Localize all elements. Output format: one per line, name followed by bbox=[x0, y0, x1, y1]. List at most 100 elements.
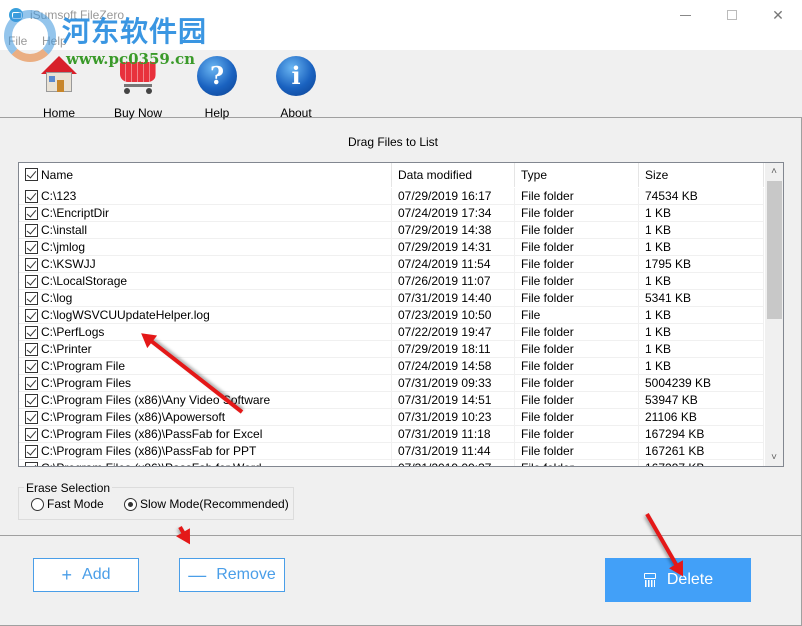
toolbar-about-button[interactable]: i About bbox=[261, 56, 331, 120]
add-button[interactable]: + Add bbox=[33, 558, 139, 592]
file-type-cell-text: File folder bbox=[521, 325, 574, 339]
close-button[interactable]: ✕ bbox=[755, 0, 801, 30]
file-size-cell: 1 KB bbox=[639, 205, 764, 222]
file-list-row[interactable]: C:\Program Files (x86)\PassFab for Word 0… bbox=[19, 460, 764, 466]
file-type-cell-text: File folder bbox=[521, 274, 574, 288]
file-size-cell-text: 1795 KB bbox=[645, 257, 692, 271]
select-all-checkbox[interactable] bbox=[25, 168, 38, 181]
radio-button-slow[interactable] bbox=[124, 497, 137, 511]
row-checkbox[interactable] bbox=[25, 360, 38, 373]
vertical-scrollbar[interactable]: ˄ ˅ bbox=[765, 163, 783, 466]
scroll-down-icon[interactable]: ˅ bbox=[765, 449, 783, 466]
row-checkbox[interactable] bbox=[25, 343, 38, 356]
scroll-thumb[interactable] bbox=[767, 181, 782, 319]
file-size-cell-text: 1 KB bbox=[645, 240, 672, 254]
toolbar-home-label: Home bbox=[42, 106, 75, 120]
file-list-row[interactable]: C:\jmlog 07/29/2019 14:31 File folder 1 KB bbox=[19, 239, 764, 256]
file-list-row[interactable]: C:\Program Files (x86)\PassFab for PPT 07… bbox=[19, 443, 764, 460]
file-type-cell: File folder bbox=[515, 222, 639, 239]
row-checkbox[interactable] bbox=[25, 326, 38, 339]
file-type-cell: File folder bbox=[515, 392, 639, 409]
date-modified-cell-text: 07/31/2019 14:40 bbox=[398, 291, 492, 305]
column-header-name[interactable]: Name bbox=[19, 163, 392, 187]
file-name-cell-text: C:\log bbox=[41, 291, 73, 305]
file-name-cell: C:\Printer bbox=[19, 341, 392, 358]
file-type-cell: File folder bbox=[515, 409, 639, 426]
file-name-cell: C:\Program Files (x86)\Apowersoft bbox=[19, 409, 392, 426]
column-header-date[interactable]: Data modified bbox=[392, 163, 515, 187]
file-size-cell: 167297 KB bbox=[639, 460, 764, 466]
row-checkbox[interactable] bbox=[25, 462, 38, 466]
file-type-cell-text: File folder bbox=[521, 240, 574, 254]
close-icon: ✕ bbox=[772, 6, 784, 23]
file-type-cell-text: File folder bbox=[521, 376, 574, 390]
file-list-row[interactable]: C:\LocalStorage 07/26/2019 11:07 File fold… bbox=[19, 273, 764, 290]
file-list[interactable]: Name Data modified Type Size C:\123 07/29… bbox=[18, 162, 784, 467]
row-checkbox[interactable] bbox=[25, 292, 38, 305]
radio-button-fast[interactable] bbox=[31, 497, 44, 511]
row-checkbox[interactable] bbox=[25, 394, 38, 407]
column-header-type[interactable]: Type bbox=[515, 163, 639, 187]
row-checkbox[interactable] bbox=[25, 445, 38, 458]
file-list-row[interactable]: C:\123 07/29/2019 16:17 File folder 74534 K… bbox=[19, 188, 764, 205]
fast-mode-radio[interactable]: Fast Mode bbox=[31, 497, 104, 511]
minimize-button[interactable] bbox=[662, 0, 708, 30]
file-size-cell-text: 5004239 KB bbox=[645, 376, 712, 390]
date-modified-cell-text: 07/23/2019 10:50 bbox=[398, 308, 492, 322]
row-checkbox[interactable] bbox=[25, 377, 38, 390]
row-checkbox[interactable] bbox=[25, 309, 38, 322]
scroll-up-icon[interactable]: ˄ bbox=[765, 163, 783, 180]
toolbar-about-label: About bbox=[280, 106, 312, 120]
help-icon: ? bbox=[197, 56, 237, 96]
row-checkbox[interactable] bbox=[25, 258, 38, 271]
date-modified-cell: 07/29/2019 14:31 bbox=[392, 239, 515, 256]
row-checkbox[interactable] bbox=[25, 190, 38, 203]
file-size-cell-text: 1 KB bbox=[645, 308, 672, 322]
file-list-row[interactable]: C:\log 07/31/2019 14:40 File folder 5341 KB bbox=[19, 290, 764, 307]
file-list-row[interactable]: C:\KSWJJ 07/24/2019 11:54 File folder 1795 … bbox=[19, 256, 764, 273]
date-modified-cell: 07/31/2019 14:40 bbox=[392, 290, 515, 307]
file-list-row[interactable]: C:\Printer 07/29/2019 18:11 File folder 1 K… bbox=[19, 341, 764, 358]
file-size-cell: 1 KB bbox=[639, 358, 764, 375]
app-window: iSumsoft FileZero ✕ File Help Home Buy N… bbox=[0, 0, 802, 626]
watermark-url: www.pc0359.cn bbox=[66, 50, 196, 68]
date-modified-cell-text: 07/22/2019 19:47 bbox=[398, 325, 492, 339]
file-list-row[interactable]: C:\Program File 07/24/2019 14:58 File fold… bbox=[19, 358, 764, 375]
row-checkbox[interactable] bbox=[25, 241, 38, 254]
file-list-row[interactable]: C:\PerfLogs 07/22/2019 19:47 File folder 1 … bbox=[19, 324, 764, 341]
row-checkbox[interactable] bbox=[25, 207, 38, 220]
date-modified-cell-text: 07/31/2019 11:44 bbox=[398, 444, 491, 458]
maximize-button[interactable] bbox=[709, 0, 755, 30]
file-list-row[interactable]: C:\Program Files (x86)\Apowersoft 07/31/2… bbox=[19, 409, 764, 426]
date-modified-cell: 07/24/2019 11:54 bbox=[392, 256, 515, 273]
file-list-row[interactable]: C:\Program Files (x86)\Any Video Softwar… bbox=[19, 392, 764, 409]
file-list-row[interactable]: C:\Program Files (x86)\PassFab for Excel… bbox=[19, 426, 764, 443]
file-size-cell-text: 53947 KB bbox=[645, 393, 698, 407]
file-size-cell-text: 5341 KB bbox=[645, 291, 692, 305]
file-list-row[interactable]: C:\EncriptDir 07/24/2019 17:34 File folder… bbox=[19, 205, 764, 222]
row-checkbox[interactable] bbox=[25, 224, 38, 237]
date-modified-cell-text: 07/29/2019 14:38 bbox=[398, 223, 492, 237]
file-name-cell-text: C:\KSWJJ bbox=[41, 257, 96, 271]
file-list-header: Name Data modified Type Size bbox=[19, 163, 764, 187]
slow-mode-radio[interactable]: Slow Mode(Recommended) bbox=[124, 497, 289, 511]
file-list-row[interactable]: C:\logWSVCUUpdateHelper.log 07/23/2019 10… bbox=[19, 307, 764, 324]
date-modified-cell-text: 07/31/2019 11:18 bbox=[398, 427, 491, 441]
row-checkbox[interactable] bbox=[25, 428, 38, 441]
file-type-cell-text: File folder bbox=[521, 444, 574, 458]
file-type-cell: File folder bbox=[515, 426, 639, 443]
file-type-cell: File folder bbox=[515, 358, 639, 375]
row-checkbox[interactable] bbox=[25, 411, 38, 424]
file-list-row[interactable]: C:\Program Files 07/31/2019 09:33 File fol… bbox=[19, 375, 764, 392]
date-modified-cell-text: 07/29/2019 16:17 bbox=[398, 189, 492, 203]
remove-button[interactable]: — Remove bbox=[179, 558, 285, 592]
column-header-size[interactable]: Size bbox=[639, 163, 764, 187]
date-modified-cell: 07/31/2019 11:18 bbox=[392, 426, 515, 443]
date-modified-cell-text: 07/31/2019 10:23 bbox=[398, 410, 492, 424]
add-button-label: Add bbox=[82, 566, 111, 583]
file-size-cell-text: 1 KB bbox=[645, 206, 672, 220]
row-checkbox[interactable] bbox=[25, 275, 38, 288]
file-type-cell: File folder bbox=[515, 188, 639, 205]
file-name-cell-text: C:\EncriptDir bbox=[41, 206, 110, 220]
file-list-row[interactable]: C:\install 07/29/2019 14:38 File folder 1 K… bbox=[19, 222, 764, 239]
